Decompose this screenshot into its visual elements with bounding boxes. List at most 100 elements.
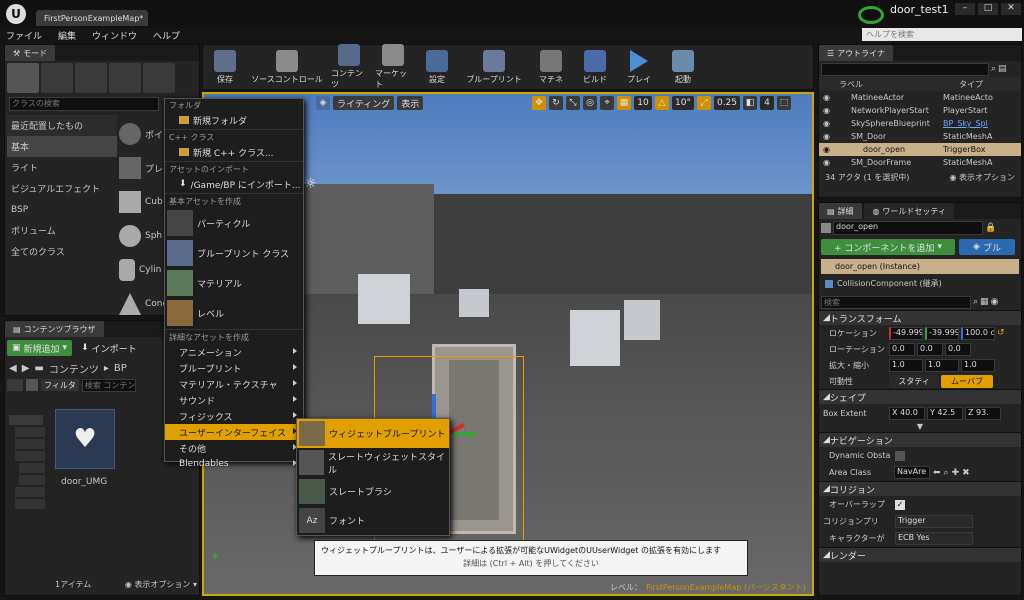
table-row[interactable]: ◉ SkySphereBlueprint BP_Sky_Spl: [819, 117, 1021, 130]
table-row[interactable]: ◉ SM_Door StaticMeshA: [819, 130, 1021, 143]
save-button[interactable]: 保存: [207, 49, 243, 85]
details-tab[interactable]: ▤ 詳細: [819, 203, 862, 219]
sources-toggle-icon[interactable]: [7, 379, 23, 391]
property-matrix-icon[interactable]: ▦: [980, 297, 989, 307]
back-icon[interactable]: ◀: [9, 363, 17, 374]
list-item[interactable]: Cylin: [119, 253, 169, 287]
table-row[interactable]: ◉ door_open TriggerBox: [819, 143, 1021, 156]
translate-icon[interactable]: ✥: [532, 96, 546, 110]
tree-item[interactable]: [19, 475, 45, 485]
menu-new-cpp-class[interactable]: 新規 C++ クラス...: [165, 144, 303, 160]
tree-item[interactable]: [19, 463, 45, 473]
cube-actor[interactable]: [358, 274, 410, 324]
submenu-font[interactable]: Az フォント: [297, 506, 449, 535]
menu-blueprint[interactable]: ブループリント: [165, 360, 303, 376]
outliner-settings-icon[interactable]: ▤: [998, 64, 1007, 74]
foliage-mode-icon[interactable]: [109, 63, 141, 93]
dynamic-obstacle-checkbox[interactable]: [895, 450, 905, 461]
table-row[interactable]: ◉ SM_DoorFrame StaticMeshA: [819, 156, 1021, 169]
menu-sounds[interactable]: サウンド: [165, 392, 303, 408]
menu-window[interactable]: ウィンドウ: [92, 29, 137, 42]
visibility-eye-icon[interactable]: ◉: [823, 106, 839, 115]
location-x-input[interactable]: -49.999: [889, 326, 923, 340]
tree-item[interactable]: [15, 487, 45, 497]
area-class-select[interactable]: NavAre: [894, 466, 930, 479]
eye-icon[interactable]: ◉: [991, 297, 999, 307]
category-all-classes[interactable]: 全てのクラス: [7, 241, 117, 262]
table-row[interactable]: ◉ MatineeActor MatineeActo: [819, 91, 1021, 104]
visibility-eye-icon[interactable]: ◉: [823, 93, 839, 102]
rotation-value[interactable]: 10°: [672, 96, 694, 110]
transform-section[interactable]: ◢ トランスフォーム: [819, 310, 1021, 325]
menu-file[interactable]: ファイル: [6, 29, 42, 42]
instance-row[interactable]: door_open (Instance): [821, 259, 1019, 274]
tree-item[interactable]: [15, 499, 45, 509]
menu-physics[interactable]: フィジックス: [165, 408, 303, 424]
mobility-static-button[interactable]: スタティ: [889, 374, 939, 388]
content-button[interactable]: コンテンツ: [331, 44, 367, 90]
scale-z-input[interactable]: 1.0: [961, 358, 995, 372]
visibility-eye-icon[interactable]: ◉: [823, 119, 839, 128]
box-extent-y-input[interactable]: Y 42.5: [927, 406, 963, 420]
class-search-input[interactable]: クラスの検索: [9, 97, 159, 111]
add-icon[interactable]: ✚: [952, 468, 960, 478]
scale-snap-icon[interactable]: ⤢: [697, 96, 711, 110]
arrow-left-icon[interactable]: ⬅: [933, 468, 941, 478]
column-type[interactable]: タイプ: [959, 79, 983, 90]
list-item[interactable]: ポイ: [119, 117, 169, 151]
blueprint-button[interactable]: ◈ ブル: [959, 239, 1015, 255]
tree-item[interactable]: [15, 427, 45, 437]
rotate-icon[interactable]: ↻: [549, 96, 563, 110]
menu-particle[interactable]: パーティクル: [165, 208, 303, 238]
tree-item[interactable]: [15, 439, 45, 449]
scale-icon[interactable]: ⤡: [566, 96, 580, 110]
submenu-slate-widget-style[interactable]: スレートウィジェットスタイル: [297, 448, 449, 477]
breadcrumb-bp[interactable]: BP: [114, 363, 127, 374]
maximize-viewport-icon[interactable]: ⬚: [777, 96, 791, 110]
tree-item[interactable]: [9, 415, 43, 425]
paint-mode-icon[interactable]: [41, 63, 73, 93]
actor-name-input[interactable]: door_open: [833, 221, 983, 235]
list-item[interactable]: Cub: [119, 185, 169, 219]
location-y-input[interactable]: -39.999: [925, 326, 959, 340]
grid-value[interactable]: 10: [634, 96, 652, 110]
close-icon[interactable]: ✕: [1001, 3, 1021, 15]
lock-icon[interactable]: 🔒: [985, 223, 996, 233]
breadcrumb-content[interactable]: コンテンツ: [49, 361, 99, 376]
box-extent-x-input[interactable]: X 40.0: [889, 406, 925, 420]
world-icon[interactable]: ◎: [583, 96, 597, 110]
matinee-button[interactable]: マチネ: [533, 49, 569, 85]
menu-edit[interactable]: 編集: [58, 29, 76, 42]
search-icon[interactable]: [26, 379, 38, 391]
menu-materials-textures[interactable]: マテリアル・テクスチャ: [165, 376, 303, 392]
rendering-section[interactable]: ◢ レンダー: [819, 547, 1021, 562]
cube-actor[interactable]: [459, 289, 489, 317]
category-visual-effects[interactable]: ビジュアルエフェクト: [7, 178, 117, 199]
scale-y-input[interactable]: 1.0: [925, 358, 959, 372]
menu-miscellaneous[interactable]: その他: [165, 440, 303, 456]
list-item[interactable]: プレ: [119, 151, 169, 185]
category-lights[interactable]: ライト: [7, 157, 117, 178]
search-icon[interactable]: ⌕: [991, 64, 996, 74]
add-component-button[interactable]: + コンポーネントを追加 ▾: [821, 239, 955, 255]
menu-blueprint-class[interactable]: ブループリント クラス: [165, 238, 303, 268]
content-browser-tab[interactable]: ▤ コンテンツブラウザ: [5, 321, 104, 337]
show-button[interactable]: 表示: [397, 96, 424, 110]
visibility-eye-icon[interactable]: ◉: [823, 132, 839, 141]
camera-speed-value[interactable]: 4: [760, 96, 774, 110]
place-mode-icon[interactable]: [7, 63, 39, 93]
box-extent-z-input[interactable]: Z 93.: [965, 406, 1001, 420]
menu-blendables[interactable]: Blendables: [165, 456, 303, 472]
collision-preset-select[interactable]: Trigger: [895, 515, 973, 528]
outliner-view-options[interactable]: ◉ 表示オプション: [949, 172, 1015, 183]
menu-help[interactable]: ヘルプ: [153, 29, 180, 42]
reset-icon[interactable]: ↺: [997, 328, 1005, 338]
scale-value[interactable]: 0.25: [714, 96, 740, 110]
menu-new-folder[interactable]: 新規フォルダ: [165, 112, 303, 128]
shape-section[interactable]: ◢ シェイプ: [819, 389, 1021, 404]
menu-animation[interactable]: アニメーション: [165, 344, 303, 360]
navigation-section[interactable]: ◢ ナビゲーション: [819, 432, 1021, 447]
minimize-icon[interactable]: –: [955, 3, 975, 15]
widget-blueprint-thumbnail[interactable]: ♥: [55, 409, 115, 469]
camera-speed-icon[interactable]: ◧: [743, 96, 757, 110]
